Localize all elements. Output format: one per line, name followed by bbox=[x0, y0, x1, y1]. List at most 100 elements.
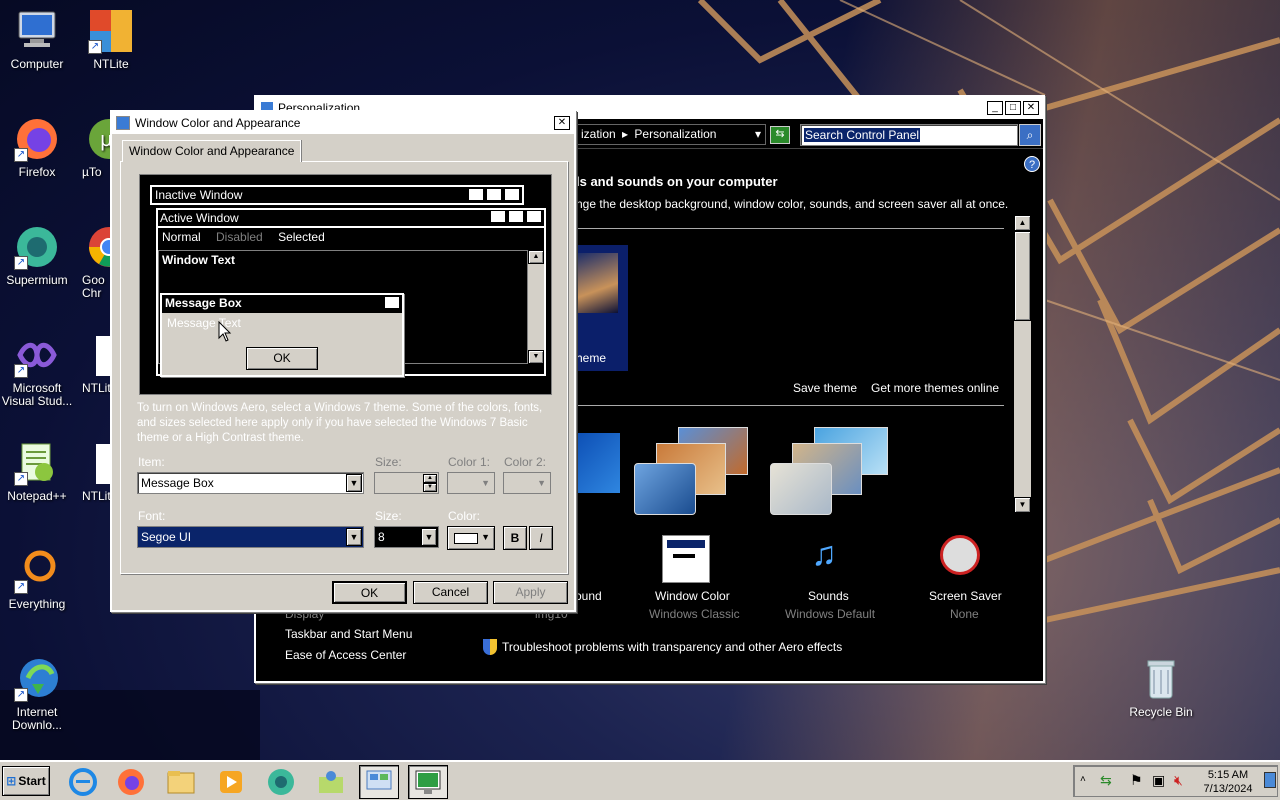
taskbar-supermium-icon[interactable] bbox=[261, 765, 301, 799]
see-also-taskbar-link[interactable]: Taskbar and Start Menu bbox=[285, 627, 412, 641]
divider bbox=[576, 228, 1004, 229]
taskbar-appearance-icon[interactable] bbox=[408, 765, 448, 799]
chevron-down-icon[interactable]: ▼ bbox=[346, 474, 362, 492]
item-select[interactable]: Message Box ▼ bbox=[137, 472, 364, 494]
italic-button[interactable]: I bbox=[529, 526, 553, 550]
desktop-icon-supermium[interactable]: ↗ Supermium bbox=[0, 224, 77, 287]
chevron-down-icon[interactable]: ▾ bbox=[755, 125, 761, 144]
chevron-down-icon[interactable]: ▼ bbox=[421, 528, 437, 546]
close-button[interactable]: ✕ bbox=[1023, 101, 1039, 115]
display-icon[interactable]: ▣ bbox=[1152, 772, 1165, 789]
appearance-icon bbox=[116, 116, 130, 130]
flag-icon[interactable]: ⚑ bbox=[1130, 772, 1143, 789]
cancel-button[interactable]: Cancel bbox=[413, 581, 488, 604]
item-size-label: Size: bbox=[375, 455, 402, 469]
font-select[interactable]: Segoe UI ▼ bbox=[137, 526, 364, 548]
font-color-picker[interactable]: ▼ bbox=[447, 526, 495, 550]
taskbar-users-icon[interactable] bbox=[311, 765, 351, 799]
window-color-icon[interactable] bbox=[662, 535, 710, 583]
network-icon[interactable]: ⇆ bbox=[1100, 772, 1112, 789]
color2-picker[interactable]: ▼ bbox=[503, 472, 551, 494]
screen-saver-link[interactable]: Screen Saver bbox=[929, 589, 1002, 603]
appearance-dialog[interactable]: Window Color and Appearance ✕ Window Col… bbox=[110, 110, 576, 612]
help-icon[interactable]: ? bbox=[1024, 156, 1040, 172]
maximize-button[interactable]: □ bbox=[1005, 101, 1021, 115]
tab-panel: Inactive Window _ □ ✕ Active Window _ □ ✕ No… bbox=[120, 161, 568, 574]
desktop-icon-recycle-bin[interactable]: Recycle Bin bbox=[1121, 656, 1201, 719]
utorrent-icon: µ bbox=[86, 116, 112, 162]
desktop-icon-everything[interactable]: ↗ Everything bbox=[0, 548, 77, 611]
search-icon[interactable]: ⌕ bbox=[1019, 124, 1041, 146]
shortcut-arrow-icon: ↗ bbox=[14, 580, 28, 594]
sounds-icon[interactable]: ♫ bbox=[800, 535, 848, 579]
minimize-button[interactable]: _ bbox=[987, 101, 1003, 115]
troubleshoot-link[interactable]: Troubleshoot problems with transparency … bbox=[502, 640, 842, 654]
ok-button[interactable]: OK bbox=[332, 581, 407, 604]
tab-window-color-appearance[interactable]: Window Color and Appearance bbox=[122, 140, 302, 162]
taskbar-firefox-icon[interactable] bbox=[111, 765, 151, 799]
volume-muted-icon[interactable]: 🔇︎ bbox=[1174, 772, 1183, 789]
theme-thumbnail-architecture[interactable] bbox=[634, 427, 754, 515]
search-input[interactable]: Search Control Panel bbox=[800, 124, 1018, 146]
font-label: Font: bbox=[138, 509, 166, 523]
scroll-down-button[interactable]: ▼ bbox=[1014, 497, 1031, 513]
item-size-spinner[interactable]: ▲ ▼ bbox=[374, 472, 439, 494]
bold-button[interactable]: B bbox=[503, 526, 527, 550]
firefox-icon: ↗ bbox=[14, 116, 60, 162]
page-heading: ls and sounds on your computer bbox=[576, 174, 778, 189]
preview-scrollbar: ▲ ▼ bbox=[528, 250, 544, 364]
taskbar-media-player-icon[interactable] bbox=[211, 765, 251, 799]
window-color-link[interactable]: Window Color bbox=[655, 589, 730, 603]
taskbar-ie-icon[interactable] bbox=[63, 765, 103, 799]
theme-name: heme bbox=[576, 351, 607, 365]
close-button[interactable]: ✕ bbox=[554, 116, 570, 130]
shortcut-arrow-icon: ↗ bbox=[14, 148, 28, 162]
taskbar-control-panel-icon[interactable] bbox=[359, 765, 399, 799]
breadcrumb[interactable]: ization ▸ Personalization ▾ bbox=[576, 124, 766, 145]
desktop-icon-utorrent[interactable]: µ µTo bbox=[82, 116, 112, 179]
taskbar-explorer-icon[interactable] bbox=[161, 765, 201, 799]
apply-button[interactable]: Apply bbox=[493, 581, 568, 604]
selected-theme-tile[interactable]: heme bbox=[576, 245, 628, 371]
preview-ok-button[interactable]: OK bbox=[246, 347, 318, 370]
sounds-link[interactable]: Sounds bbox=[808, 589, 849, 603]
ntlite-icon: ↗ bbox=[88, 8, 134, 54]
scroll-thumb[interactable] bbox=[1014, 231, 1031, 321]
desktop-icon-chrome[interactable]: Goo Chr bbox=[82, 224, 112, 300]
refresh-icon[interactable]: ⇆ bbox=[770, 126, 790, 144]
scrollbar[interactable]: ▲ ▼ bbox=[1014, 215, 1031, 513]
theme-thumbnail-nature[interactable] bbox=[770, 427, 890, 515]
theme-thumbnail-windows7[interactable] bbox=[576, 433, 620, 493]
screen-saver-sub: None bbox=[950, 607, 979, 621]
breadcrumb-separator-icon: ▸ bbox=[622, 127, 629, 141]
scroll-up-button[interactable]: ▲ bbox=[1014, 215, 1031, 231]
idm-icon: ↗ bbox=[14, 656, 60, 702]
shortcut-arrow-icon: ↗ bbox=[14, 364, 28, 378]
desktop-icon-notepad-plus[interactable]: ↗ Notepad++ bbox=[0, 440, 77, 503]
preview-message-box[interactable]: Message Box ✕ Message Text OK bbox=[160, 293, 404, 377]
clock[interactable]: 5:15 AM 7/13/2024 bbox=[1198, 768, 1258, 796]
see-also-ease-of-access-link[interactable]: Ease of Access Center bbox=[285, 648, 406, 662]
desktop-icon-idm[interactable]: ↗ Internet Downlo... bbox=[0, 656, 77, 732]
desktop-icon-computer[interactable]: Computer bbox=[0, 8, 77, 71]
desktop-icon-ntlite[interactable]: ↗ NTLite bbox=[71, 8, 151, 71]
appearance-titlebar[interactable]: Window Color and Appearance ✕ bbox=[112, 112, 574, 134]
get-more-themes-link[interactable]: Get more themes online bbox=[871, 381, 999, 395]
screen-saver-icon[interactable] bbox=[940, 535, 980, 575]
desktop-icon-visual-studio[interactable]: ↗ Microsoft Visual Stud... bbox=[0, 332, 77, 408]
desktop-background-link[interactable]: ound bbox=[575, 589, 602, 603]
desktop-icon-ntlite-file-2[interactable]: NTLite bbox=[82, 440, 112, 503]
start-button[interactable]: ⊞ Start bbox=[2, 766, 50, 796]
chevron-down-icon[interactable]: ▼ bbox=[346, 528, 362, 546]
sounds-sub: Windows Default bbox=[785, 607, 876, 621]
color1-picker[interactable]: ▼ bbox=[447, 472, 495, 494]
save-theme-link[interactable]: Save theme bbox=[793, 381, 857, 395]
chevron-up-icon[interactable]: ˄ bbox=[1080, 774, 1086, 785]
font-size-select[interactable]: 8 ▼ bbox=[374, 526, 439, 548]
aero-info-text: To turn on Windows Aero, select a Window… bbox=[137, 402, 543, 444]
desktop-icon-ntlite-file-1[interactable]: NTLite bbox=[82, 332, 112, 395]
window-color-sub: Windows Classic bbox=[649, 607, 740, 621]
show-desktop-icon[interactable] bbox=[1264, 772, 1276, 788]
preview-area: Inactive Window _ □ ✕ Active Window _ □ ✕ No… bbox=[139, 174, 552, 395]
desktop-icon-firefox[interactable]: ↗ Firefox bbox=[0, 116, 77, 179]
